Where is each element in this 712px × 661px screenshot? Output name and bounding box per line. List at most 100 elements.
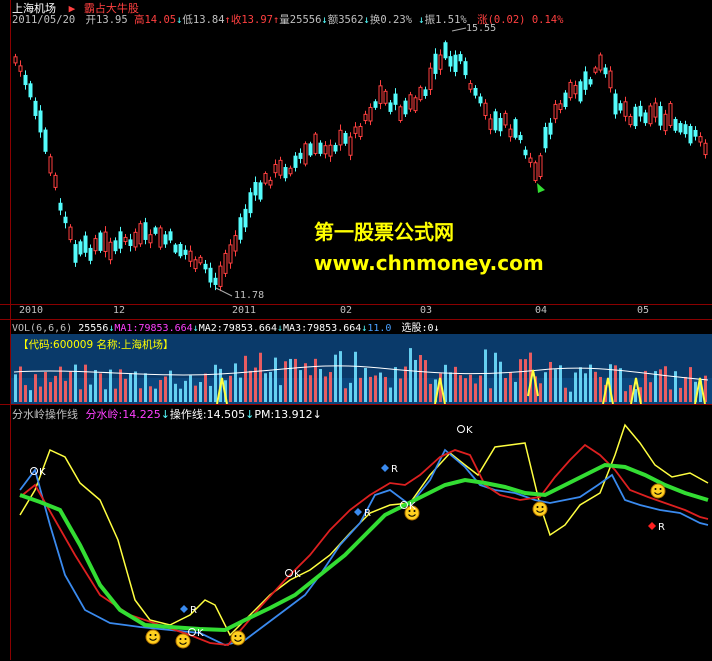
volume-bar [54,375,57,402]
candle-body [518,135,523,141]
candle-body [133,231,138,248]
select-stock: 选股:0 [401,323,434,334]
candle-body [198,256,203,264]
candle-body [343,132,348,144]
volume-bar [164,376,167,402]
volume-bar [119,369,122,402]
candle-body [358,125,363,137]
smiley-eye [239,635,242,637]
candle-body [613,93,618,115]
amplitude-label: 振 [424,14,436,26]
candle-body [493,111,498,131]
buy-arrow-icon [537,183,545,193]
candle-body [253,182,258,196]
indicator-yellow-line [19,423,709,637]
volume-bar [559,365,562,402]
price-chart-panel[interactable]: 上海机场 ▶ 霸占大牛股 2011/05/20 开13.95 高14.05↓低1… [0,0,712,304]
candle-body [693,129,698,137]
candle-body [673,118,678,131]
candle-body [363,113,368,122]
candle-body [588,79,593,85]
low-value: 13.84 [192,14,225,26]
candle-body [683,124,688,135]
volume-bar [674,371,677,402]
vol-ma2: MA2:79853.664 [198,323,277,334]
volume-bar [679,387,682,402]
volume-bar [354,351,357,402]
smiley-icon [230,630,246,646]
candle-body [593,67,598,73]
volume-bar [259,352,262,402]
volume-panel[interactable]: VOL(6,6,6) 25556↓MA1:79853.664↓MA2:79853… [0,318,712,404]
candle-body [213,277,218,285]
candle-body [178,244,183,257]
candle-body [353,126,358,134]
volume-bar [464,378,467,402]
candle-body [393,93,398,105]
candle-body [323,145,328,155]
volume-bar [159,379,162,402]
volume-bar [74,364,77,402]
volume-bar [289,358,292,402]
candle-body [563,92,568,107]
volume-bar [364,367,367,402]
volume-bar [594,371,597,402]
candle-body [483,102,488,117]
volume-bar [459,375,462,402]
indicator-panel[interactable]: KKKKKRRRR 分水岭操作线 分水岭:14.225↓操作线:14.505↓P… [0,404,712,661]
candle-body [113,240,118,252]
candle-body [448,56,453,67]
candle-body [318,142,323,154]
candle-body [203,263,208,270]
volume-bar [59,366,62,402]
indicator-green-line [19,462,709,633]
volume-bar [84,364,87,402]
candle-body [293,155,298,168]
candle-body [638,105,643,117]
r-marker-icon [648,522,656,530]
candle-body [428,67,433,90]
candle-body [73,244,78,263]
volume-bar [154,388,157,402]
turnover-label: 换 [369,14,381,26]
volume-bar [34,374,37,402]
candle-body [623,101,628,117]
volume-bar [134,371,137,402]
r-marker-label: R [391,464,398,475]
time-axis-label: 04 [535,305,548,316]
volume-bar [404,366,407,402]
candle-body [408,94,413,110]
candle-body [633,106,638,127]
volume-bar [554,369,557,402]
candle-body [58,202,63,211]
pm-value: PM:13.912 [254,408,313,421]
candle-body [208,267,213,283]
candle-body [453,54,458,72]
volume-bar [454,366,457,402]
candle-body [193,259,198,270]
candle-body [688,126,693,144]
down-arrow-icon: ↓ [312,408,322,421]
candle-body [268,179,273,186]
candle-body [498,117,503,132]
turnover-value: 0.23% [380,14,412,26]
volume-bar [334,354,337,402]
volume-bar [474,383,477,402]
candle-body [308,143,313,156]
r-marker-label: R [364,508,371,519]
candle-body [23,74,28,86]
volume-bar [109,369,112,402]
candle-body [148,234,153,244]
candle-body [153,227,158,234]
indicator-blue-line [19,448,709,646]
candle-body [63,216,68,224]
volume-bar [394,367,397,402]
candle-body [438,54,443,70]
indicator-chart[interactable]: K K K K K R R R R [0,405,712,661]
candle-body [703,142,708,156]
candle-body [533,162,538,182]
volume-bar [649,382,652,402]
smiley-eye [654,488,657,490]
volume-bar [564,387,567,402]
smiley-icon [145,629,161,645]
